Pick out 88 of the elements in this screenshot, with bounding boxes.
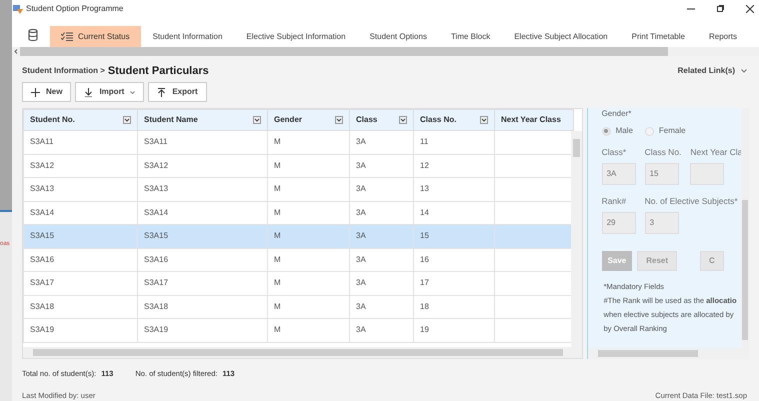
table-row[interactable]: S3A11 S3A11 M 3A 11 (24, 130, 574, 154)
table-cell: S3A17 (138, 272, 268, 295)
gender-label: Gender* (602, 108, 632, 120)
column-header[interactable]: Student Name (138, 110, 268, 130)
scrollbar-thumb[interactable] (598, 350, 698, 356)
window-title: Student Option Programme (26, 2, 124, 14)
tab[interactable]: Elective Subject Allocation (502, 26, 620, 47)
column-header[interactable]: Student No. (24, 110, 138, 130)
scrollbar-thumb[interactable] (572, 139, 580, 157)
filter-dropdown-icon[interactable] (480, 116, 488, 124)
table-cell: 3A (350, 130, 414, 154)
scroll-left-icon[interactable] (12, 49, 20, 54)
filter-dropdown-icon[interactable] (123, 116, 131, 124)
scrollbar-thumb[interactable] (742, 200, 748, 340)
table-cell: 13 (414, 178, 494, 201)
upload-icon (157, 88, 166, 96)
breadcrumb-link[interactable]: Student Information > (22, 65, 105, 77)
field-label: Rank# (602, 194, 628, 208)
table-cell: 19 (414, 318, 494, 342)
table-cell: 3A (350, 224, 414, 248)
table-cell: S3A19 (138, 318, 268, 342)
table-cell: 3A (350, 272, 414, 295)
maximize-icon[interactable] (717, 5, 724, 12)
table-cell: 17 (414, 272, 494, 295)
horizontal-scrollbar[interactable] (588, 348, 749, 358)
toolbar-button[interactable]: Import (75, 82, 144, 102)
tab[interactable]: Elective Subject Information (234, 26, 358, 47)
table-cell: S3A11 (24, 130, 138, 154)
radio-option[interactable]: Female (644, 125, 686, 137)
vertical-scrollbar[interactable] (570, 131, 582, 346)
table-cell: M (268, 178, 350, 201)
table-cell: M (268, 130, 350, 154)
chevron-down-icon (130, 90, 136, 94)
close-icon[interactable] (746, 4, 754, 12)
table-row[interactable]: S3A18 S3A18 M 3A 18 (24, 295, 574, 318)
tab[interactable]: Print Timetable (620, 26, 697, 47)
input-field[interactable] (690, 162, 724, 185)
app-icon (13, 4, 23, 14)
table-cell: 3A (350, 178, 414, 201)
table-row[interactable]: S3A16 S3A16 M 3A 16 (24, 248, 574, 272)
toolbar-button[interactable]: New (22, 82, 72, 102)
table-cell: S3A13 (138, 178, 268, 201)
tab[interactable]: Time Block (438, 26, 502, 47)
tab[interactable]: Student Options (358, 26, 439, 47)
tab[interactable]: Reports (696, 26, 749, 47)
table-cell: S3A11 (138, 130, 268, 154)
plus-icon (31, 88, 40, 96)
table-row[interactable]: S3A17 S3A17 M 3A 17 (24, 272, 574, 295)
checklist-icon (61, 32, 73, 41)
table-cell: M (268, 272, 350, 295)
toolbar-button[interactable]: Export (148, 82, 207, 102)
chevron-down-icon (741, 69, 747, 73)
table-cell: S3A15 (24, 224, 138, 248)
download-icon (84, 88, 94, 96)
table-cell: S3A19 (24, 318, 138, 342)
filter-dropdown-icon[interactable] (253, 116, 261, 124)
table-cell: 15 (414, 224, 494, 248)
table-row[interactable]: S3A14 S3A14 M 3A 14 (24, 201, 574, 224)
column-header[interactable]: Class No. (414, 110, 494, 130)
field-label: Class* (602, 146, 628, 159)
table-cell: 11 (414, 130, 494, 154)
radio-option[interactable]: Male (602, 125, 633, 137)
input-field[interactable]: 29 (602, 212, 636, 234)
scrollbar-thumb[interactable] (33, 348, 563, 356)
column-header[interactable]: Gender (268, 110, 350, 130)
field-label: No. of Elective Subjects* (644, 194, 738, 208)
table-row[interactable]: S3A15 S3A15 M 3A 15 (24, 224, 574, 248)
related-links-dropdown[interactable]: Related Link(s) (678, 65, 747, 77)
page-heading: Student Particulars (108, 64, 209, 79)
database-icon[interactable] (28, 29, 38, 41)
field-label: Class No. (644, 146, 682, 159)
filter-dropdown-icon[interactable] (399, 116, 407, 124)
table-row[interactable]: S3A12 S3A12 M 3A 12 (24, 154, 574, 178)
tab[interactable]: Current Status (50, 26, 141, 47)
table-cell: S3A15 (138, 224, 268, 248)
table-cell: 3A (350, 318, 414, 342)
filter-dropdown-icon[interactable] (335, 116, 343, 124)
horizontal-scrollbar[interactable] (23, 346, 582, 358)
input-field[interactable]: 3 (644, 212, 679, 234)
table-cell: S3A17 (24, 272, 138, 295)
table-cell: M (268, 224, 350, 248)
table-cell: S3A13 (24, 178, 138, 201)
tab[interactable]: Student Information (140, 26, 234, 47)
table-cell: M (268, 318, 350, 342)
input-field[interactable]: 3A (602, 162, 636, 185)
table-row[interactable]: S3A19 S3A19 M 3A 19 (24, 318, 574, 342)
table-row[interactable]: S3A13 S3A13 M 3A 13 (24, 178, 574, 201)
input-field[interactable]: 15 (644, 162, 679, 185)
